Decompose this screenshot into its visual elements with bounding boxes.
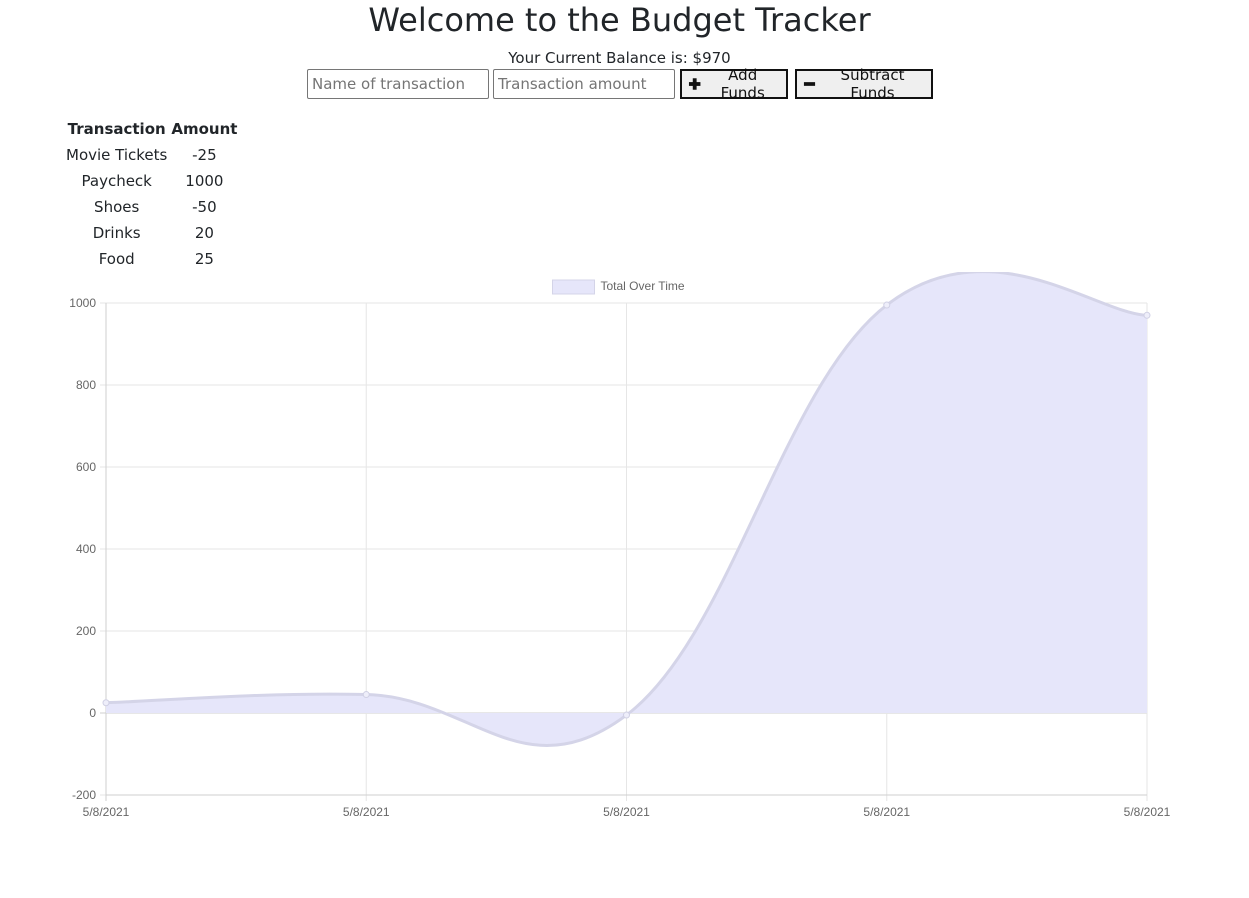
- x-tick-label: 5/8/2021: [603, 805, 650, 819]
- transaction-amount-cell: -50: [192, 198, 217, 216]
- y-tick-label: -200: [72, 788, 96, 802]
- transaction-name-cell: Shoes: [94, 198, 140, 216]
- add-funds-label: Add Funds: [720, 66, 765, 102]
- table-header-row: Transaction Amount: [66, 116, 238, 142]
- column-header-transaction: Transaction: [67, 120, 166, 138]
- transaction-amount-cell: 20: [194, 224, 214, 242]
- x-tick-label: 5/8/2021: [343, 805, 390, 819]
- data-point: [1143, 311, 1151, 319]
- table-row: Drinks 20: [66, 220, 237, 246]
- total-over-time-chart: 1000 800 600 400 200 0 -200 5/8/2021 5/8/2021 5/8…: [69, 272, 1171, 819]
- legend-swatch: [552, 279, 595, 295]
- data-point: [623, 711, 630, 719]
- table-row: Shoes -50: [66, 194, 237, 220]
- transaction-name-input[interactable]: [307, 69, 489, 99]
- transaction-name-cell: Paycheck: [81, 172, 152, 190]
- y-tick-label: 0: [89, 706, 96, 720]
- y-tick-label: 200: [76, 624, 96, 638]
- data-point: [102, 699, 110, 707]
- transaction-form: Add Funds Subtract Funds: [307, 66, 935, 102]
- y-tick-label: 800: [76, 378, 96, 392]
- subtract-funds-button[interactable]: Subtract Funds: [795, 66, 933, 102]
- transaction-table: Transaction Amount Movie Tickets -25 Pay…: [62, 116, 241, 272]
- plus-icon: [688, 78, 701, 90]
- table-row: Movie Tickets -25: [66, 142, 237, 168]
- y-tick-label: 400: [76, 542, 96, 556]
- x-tick-label: 5/8/2021: [1124, 805, 1171, 819]
- add-funds-button[interactable]: Add Funds: [680, 66, 788, 102]
- transaction-amount-cell: 1000: [185, 172, 224, 190]
- column-header-amount: Amount: [171, 120, 238, 138]
- page-title: Welcome to the Budget Tracker: [368, 1, 871, 39]
- balance-value: 970: [702, 49, 731, 67]
- transaction-amount-input[interactable]: [493, 69, 675, 99]
- transaction-name-cell: Movie Tickets: [66, 146, 168, 164]
- data-point: [883, 301, 891, 309]
- transaction-name-cell: Food: [98, 250, 135, 268]
- subtract-funds-label: Subtract Funds: [840, 66, 905, 102]
- table-row: Paycheck 1000: [66, 168, 237, 194]
- balance-label: Your Current Balance is: $: [508, 49, 703, 67]
- x-tick-label: 5/8/2021: [83, 805, 130, 819]
- balance-line: Your Current Balance is: $970: [0, 47, 1239, 69]
- table-row: Food 25: [66, 246, 237, 272]
- data-point: [362, 691, 370, 699]
- y-tick-label: 600: [76, 460, 96, 474]
- transaction-name-cell: Drinks: [92, 224, 141, 242]
- minus-icon: [803, 82, 816, 86]
- legend-label: Total Over Time: [601, 279, 685, 293]
- y-tick-label: 1000: [69, 296, 96, 310]
- transaction-amount-cell: -25: [192, 146, 217, 164]
- transaction-amount-cell: 25: [194, 250, 214, 268]
- x-tick-label: 5/8/2021: [863, 805, 910, 819]
